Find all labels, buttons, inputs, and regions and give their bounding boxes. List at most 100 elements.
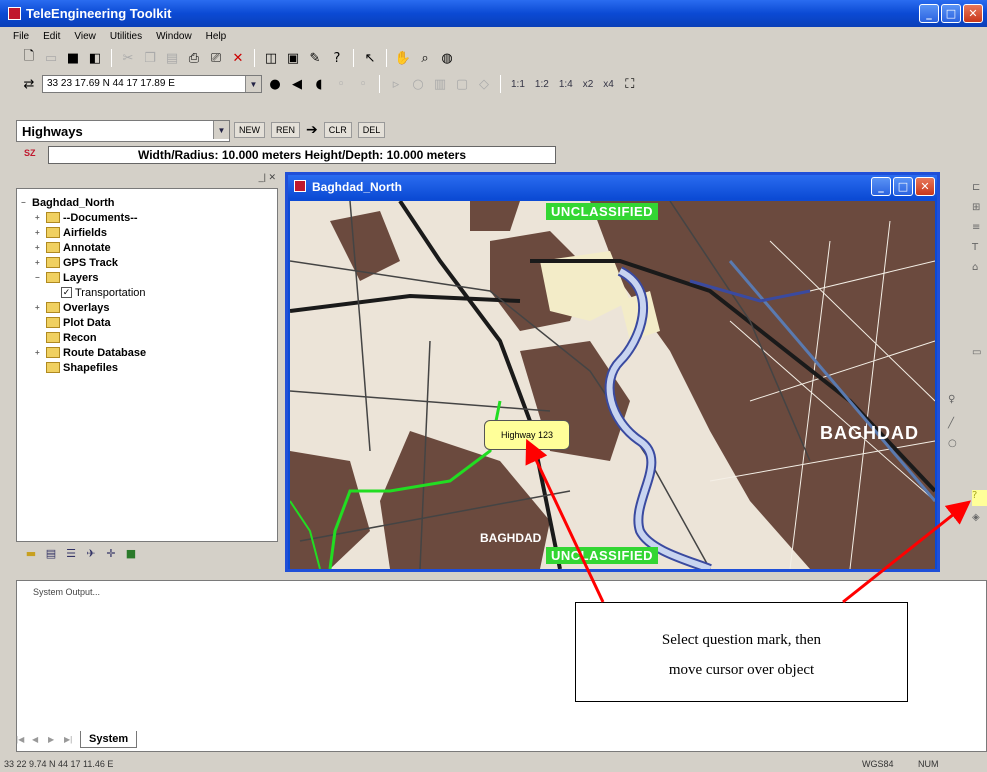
- disabled-tool-icon[interactable]: ▥: [431, 75, 449, 93]
- first-tab-icon[interactable]: |◀: [16, 735, 28, 744]
- back-icon[interactable]: ◀: [288, 75, 306, 93]
- paste-icon[interactable]: ▤: [163, 49, 181, 67]
- copy-icon[interactable]: ❐: [141, 49, 159, 67]
- save-all-icon[interactable]: ◧: [86, 49, 104, 67]
- save-icon[interactable]: ■: [64, 49, 82, 67]
- map-close-button[interactable]: ✕: [915, 177, 935, 196]
- chevron-down-icon[interactable]: ▼: [213, 121, 229, 139]
- map-canvas[interactable]: UNCLASSIFIED UNCLASSIFIED BAGHDAD BAGHDA…: [290, 201, 935, 569]
- zoom-x2-button[interactable]: x2: [580, 79, 597, 90]
- menu-file[interactable]: File: [6, 31, 36, 42]
- expand-icon[interactable]: +: [35, 228, 44, 237]
- chevron-down-icon[interactable]: ▼: [245, 76, 261, 92]
- tool-icon[interactable]: ⊏: [972, 182, 987, 198]
- panel-close-icon[interactable]: _| ✕: [259, 172, 276, 183]
- scale-1-2-button[interactable]: 1:2: [532, 79, 552, 90]
- tree-item-gps-track[interactable]: + GPS Track: [21, 255, 273, 270]
- menu-utilities[interactable]: Utilities: [103, 31, 149, 42]
- fit-extent-icon[interactable]: ⛶: [621, 75, 639, 93]
- cut-icon[interactable]: ✂: [119, 49, 137, 67]
- maximize-button[interactable]: □: [941, 4, 961, 23]
- tool-icon[interactable]: ⊞: [972, 202, 987, 218]
- expand-icon[interactable]: +: [35, 258, 44, 267]
- point-icon[interactable]: ●: [266, 75, 284, 93]
- scale-1-4-button[interactable]: 1:4: [556, 79, 576, 90]
- scale-1-1-button[interactable]: 1:1: [508, 79, 528, 90]
- tool-icon[interactable]: ⌂: [972, 262, 987, 278]
- tree-item-transportation[interactable]: ✓ Transportation: [21, 285, 273, 300]
- tree-item-route-database[interactable]: + Route Database: [21, 345, 273, 360]
- pencil-icon[interactable]: ✎: [306, 49, 324, 67]
- tree-item-airfields[interactable]: + Airfields: [21, 225, 273, 240]
- map-tab-icon[interactable]: ■: [124, 546, 138, 560]
- disabled-tool-icon[interactable]: ◇: [475, 75, 493, 93]
- print-icon[interactable]: ⎙: [185, 49, 203, 67]
- checkbox-checked[interactable]: ✓: [61, 287, 72, 298]
- disabled-tool-icon[interactable]: ▹: [387, 75, 405, 93]
- line-tool-icon[interactable]: ╱: [948, 418, 964, 434]
- minimize-button[interactable]: _: [919, 4, 939, 23]
- tool-icon[interactable]: ◈: [972, 512, 987, 528]
- collapse-icon[interactable]: −: [35, 273, 44, 282]
- prev-tab-icon[interactable]: ◀: [32, 735, 44, 744]
- globe-icon[interactable]: ◍: [438, 49, 456, 67]
- circle-tool-icon[interactable]: ○: [948, 438, 964, 454]
- disabled-tool-icon[interactable]: ◦: [332, 75, 350, 93]
- tree-item-plot-data[interactable]: Plot Data: [21, 315, 273, 330]
- half-circle-icon[interactable]: ◖: [310, 75, 328, 93]
- collapse-icon[interactable]: −: [21, 198, 30, 207]
- rename-layer-button[interactable]: REN: [271, 122, 301, 138]
- tree-item-recon[interactable]: Recon: [21, 330, 273, 345]
- dimension-field[interactable]: Width/Radius: 10.000 meters Height/Depth…: [48, 146, 556, 164]
- pointer-icon[interactable]: ↖: [361, 49, 379, 67]
- tree-item-layers[interactable]: − Layers: [21, 270, 273, 285]
- question-mark-icon[interactable]: ?: [972, 490, 987, 506]
- menu-help[interactable]: Help: [199, 31, 234, 42]
- last-tab-icon[interactable]: ▶|: [64, 735, 76, 744]
- tree-item-documents[interactable]: + --Documents--: [21, 210, 273, 225]
- tree-root[interactable]: − Baghdad_North: [21, 195, 273, 210]
- coordinate-combobox[interactable]: 33 23 17.69 N 44 17 17.89 E ▼: [42, 75, 262, 93]
- clear-layer-button[interactable]: CLR: [323, 122, 352, 138]
- tool-icon[interactable]: ≡: [972, 222, 987, 238]
- text-tool-icon[interactable]: T: [972, 242, 987, 258]
- go-to-coordinate-icon[interactable]: ⇄: [20, 75, 38, 93]
- image-icon[interactable]: ▣: [284, 49, 302, 67]
- tree-item-annotate[interactable]: + Annotate: [21, 240, 273, 255]
- new-file-icon[interactable]: 🗋: [20, 49, 38, 67]
- delete-icon[interactable]: ✕: [229, 49, 247, 67]
- zoom-icon[interactable]: ⌕: [416, 49, 434, 67]
- expand-icon[interactable]: +: [35, 303, 44, 312]
- pin-icon[interactable]: ♀: [948, 394, 964, 410]
- expand-icon[interactable]: +: [35, 348, 44, 357]
- disabled-tool-icon[interactable]: ▢: [453, 75, 471, 93]
- zoom-x4-button[interactable]: x4: [600, 79, 617, 90]
- tool-icon[interactable]: ▭: [972, 347, 987, 363]
- menu-window[interactable]: Window: [149, 31, 199, 42]
- document-tab-icon[interactable]: ▤: [44, 546, 58, 560]
- folder-tab-icon[interactable]: ▬: [24, 546, 38, 560]
- list-tab-icon[interactable]: ☰: [64, 546, 78, 560]
- crosshair-tab-icon[interactable]: ✛: [104, 546, 118, 560]
- expand-icon[interactable]: +: [35, 243, 44, 252]
- print-preview-icon[interactable]: ⎚: [207, 49, 225, 67]
- delete-layer-button[interactable]: DEL: [357, 122, 386, 138]
- tree-item-shapefiles[interactable]: Shapefiles: [21, 360, 273, 375]
- window-icon[interactable]: ◫: [262, 49, 280, 67]
- disabled-tool-icon[interactable]: ◦: [354, 75, 372, 93]
- open-file-icon[interactable]: ▭: [42, 49, 60, 67]
- pan-hand-icon[interactable]: ✋: [394, 49, 412, 67]
- close-button[interactable]: ✕: [963, 4, 983, 23]
- question-mark-icon[interactable]: ?: [328, 49, 346, 67]
- new-layer-button[interactable]: NEW: [234, 122, 265, 138]
- satellite-tab-icon[interactable]: ✈: [84, 546, 98, 560]
- map-maximize-button[interactable]: □: [893, 177, 913, 196]
- arrow-right-icon[interactable]: ➔: [306, 122, 318, 138]
- next-tab-icon[interactable]: ▶: [48, 735, 60, 744]
- tree-item-overlays[interactable]: + Overlays: [21, 300, 273, 315]
- disabled-tool-icon[interactable]: ○: [409, 75, 427, 93]
- menu-edit[interactable]: Edit: [36, 31, 67, 42]
- expand-icon[interactable]: +: [35, 213, 44, 222]
- map-minimize-button[interactable]: _: [871, 177, 891, 196]
- menu-view[interactable]: View: [67, 31, 103, 42]
